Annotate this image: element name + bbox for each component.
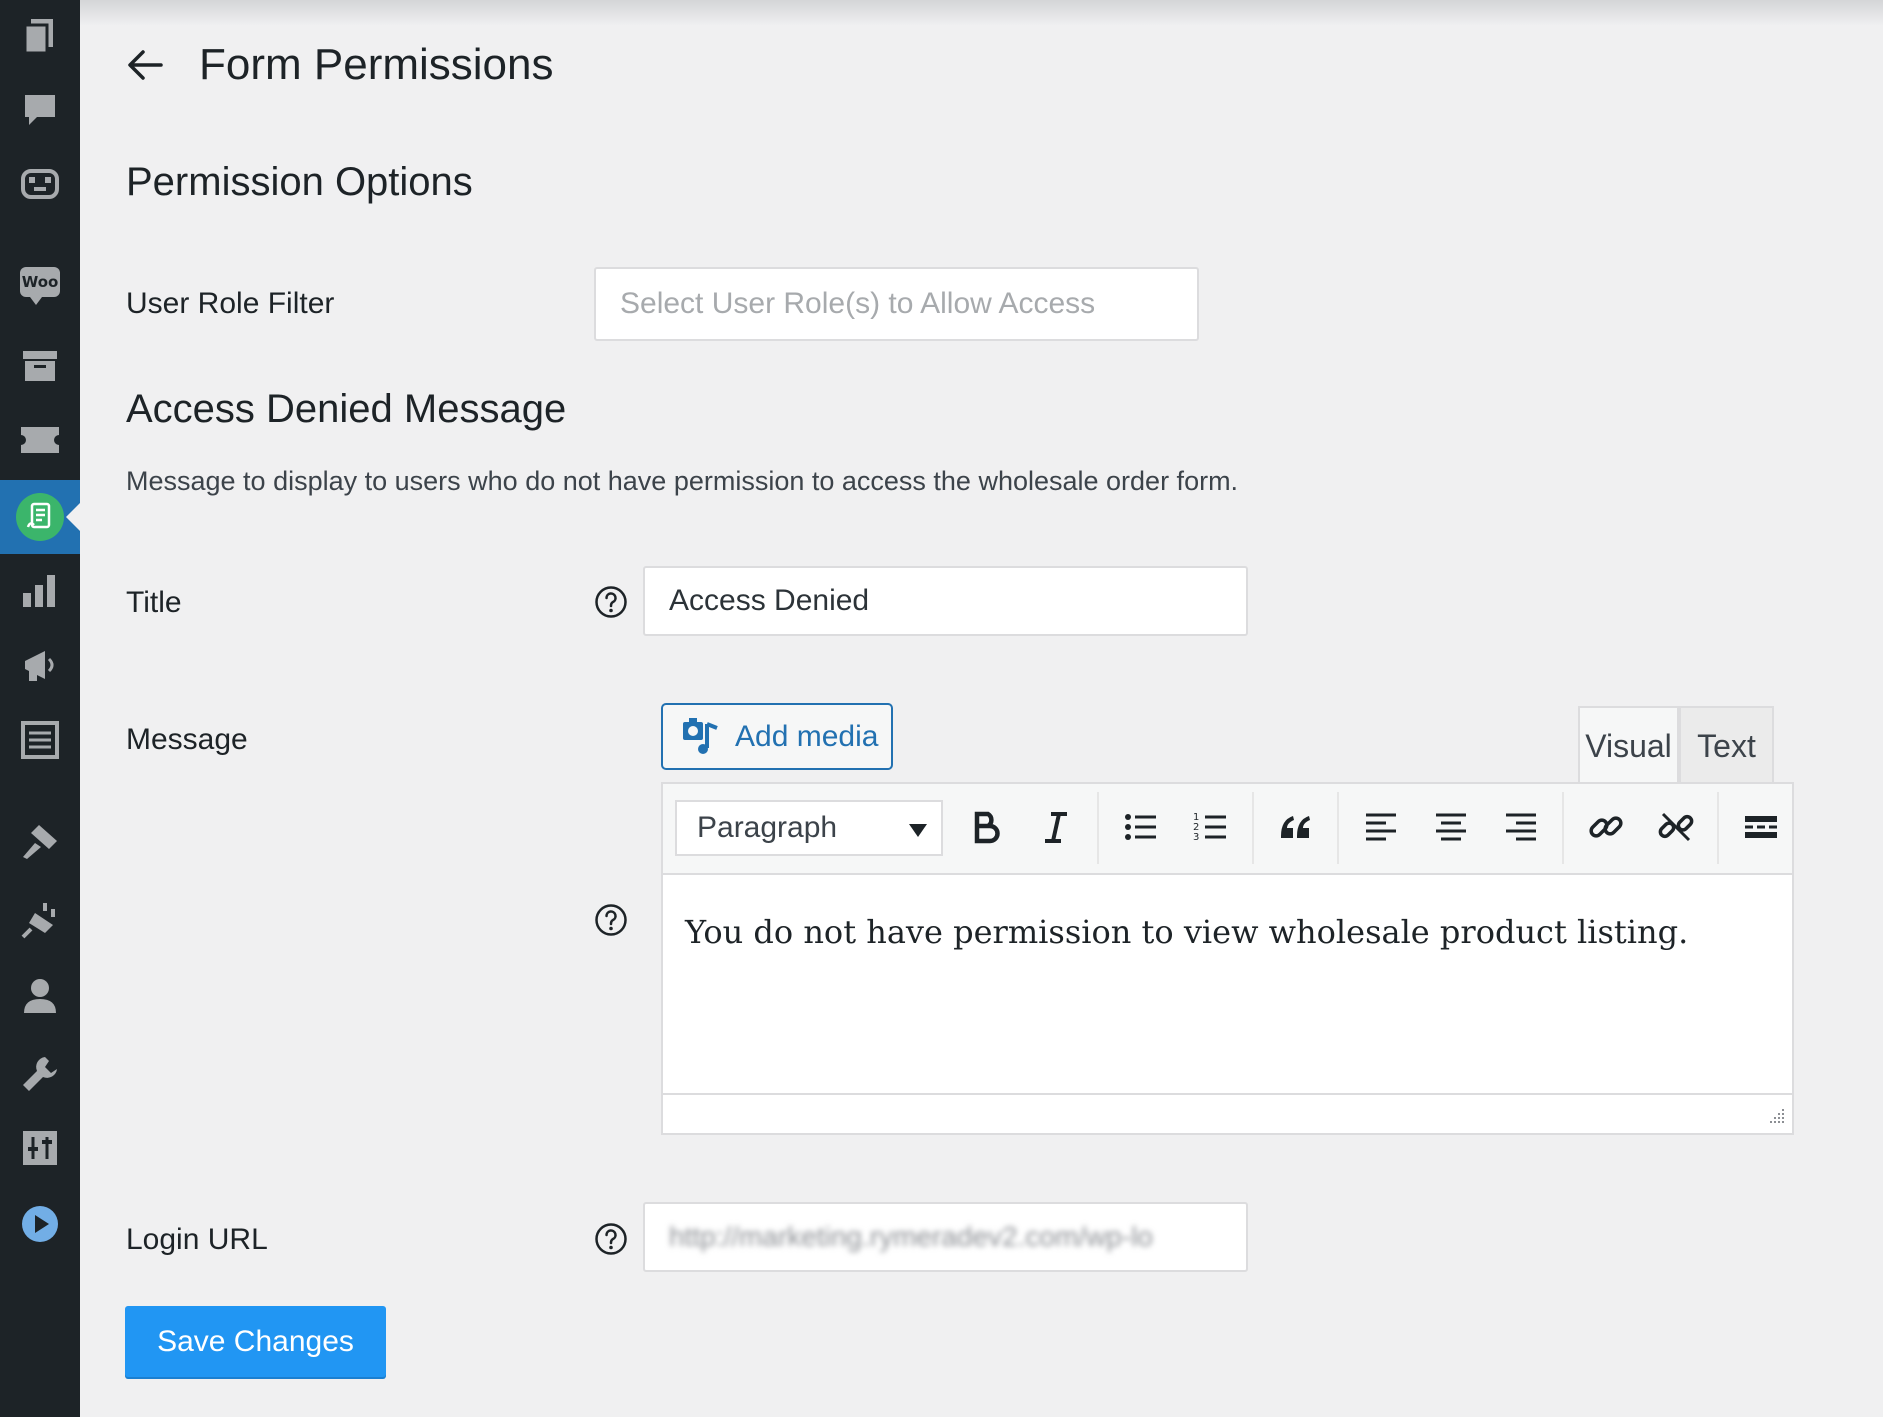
blockquote-icon (1281, 816, 1310, 838)
align-center-button[interactable] (1422, 798, 1480, 856)
title-help-icon[interactable] (594, 585, 628, 619)
message-text: You do not have permission to view whole… (685, 913, 1689, 951)
remove-link-button[interactable] (1647, 798, 1705, 856)
italic-icon (1045, 812, 1067, 843)
title-input[interactable] (643, 566, 1248, 636)
message-label: Message (126, 723, 248, 756)
tab-text[interactable]: Text (1679, 706, 1774, 784)
page-header: Form Permissions (125, 40, 554, 90)
comments-icon[interactable] (0, 76, 80, 144)
main-content: Form Permissions Permission Options User… (80, 0, 1883, 1417)
plugins-icon[interactable] (0, 886, 80, 954)
resize-handle-icon[interactable] (1764, 1105, 1786, 1127)
archive-icon[interactable] (0, 332, 80, 400)
user-role-filter-label: User Role Filter (126, 287, 335, 320)
permission-options-heading: Permission Options (126, 160, 473, 204)
format-select[interactable]: Paragraph (675, 800, 943, 856)
user-role-select[interactable] (594, 267, 1199, 341)
link-icon (1589, 816, 1623, 838)
marketing-icon[interactable] (0, 632, 80, 700)
tools-icon[interactable] (0, 1040, 80, 1108)
login-url-label: Login URL (126, 1223, 268, 1256)
back-arrow-icon[interactable] (125, 45, 165, 85)
form-list-icon[interactable] (0, 706, 80, 774)
align-right-icon (1506, 813, 1536, 841)
ticket-icon[interactable] (0, 406, 80, 474)
numbered-list-button[interactable]: 123 (1182, 798, 1240, 856)
robot-icon[interactable] (0, 150, 80, 218)
login-url-help-icon[interactable] (594, 1222, 628, 1256)
align-center-icon (1436, 813, 1466, 841)
tab-visual[interactable]: Visual (1578, 706, 1679, 784)
message-editor: Paragraph 123 You do not have permission… (661, 782, 1794, 1135)
read-more-icon (1745, 816, 1777, 838)
bullet-list-icon (1125, 814, 1156, 840)
message-editor-body[interactable]: You do not have permission to view whole… (663, 875, 1792, 1096)
read-more-button[interactable] (1732, 798, 1790, 856)
svg-text:3: 3 (1193, 832, 1199, 843)
unlink-icon (1658, 812, 1694, 842)
align-left-button[interactable] (1352, 798, 1410, 856)
editor-statusbar (663, 1093, 1792, 1133)
title-label: Title (126, 586, 182, 619)
page-title: Form Permissions (199, 40, 554, 89)
add-media-label: Add media (735, 719, 879, 753)
pages-icon[interactable] (0, 2, 80, 70)
users-icon[interactable] (0, 962, 80, 1030)
insert-link-button[interactable] (1577, 798, 1635, 856)
add-media-button[interactable]: Add media (661, 703, 893, 770)
settings-icon[interactable] (0, 1114, 80, 1182)
blockquote-button[interactable] (1267, 798, 1325, 856)
appearance-icon[interactable] (0, 808, 80, 876)
analytics-icon[interactable] (0, 558, 80, 626)
format-select-label: Paragraph (697, 811, 838, 844)
woocommerce-icon[interactable]: Woo (0, 248, 80, 316)
add-media-icon (683, 717, 718, 754)
editor-toolbar: Paragraph 123 (663, 784, 1792, 875)
access-denied-description: Message to display to users who do not h… (126, 466, 1239, 496)
login-url-input[interactable]: http://marketing.rymeradev2.com/wp-lo (643, 1202, 1248, 1272)
align-right-button[interactable] (1492, 798, 1550, 856)
access-denied-heading: Access Denied Message (126, 387, 567, 431)
italic-button[interactable] (1027, 798, 1085, 856)
align-left-icon (1366, 813, 1396, 841)
play-icon[interactable] (0, 1190, 80, 1258)
login-url-value: http://marketing.rymeradev2.com/wp-lo (669, 1221, 1153, 1252)
save-changes-button[interactable]: Save Changes (125, 1306, 386, 1377)
wholesale-order-form-icon[interactable] (0, 480, 80, 554)
admin-sidebar: Woo (0, 0, 80, 1417)
numbered-list-icon: 123 (1193, 812, 1226, 843)
message-help-icon[interactable] (594, 903, 628, 937)
bold-icon (974, 811, 1000, 844)
chevron-down-icon (909, 824, 927, 837)
bullet-list-button[interactable] (1112, 798, 1170, 856)
bold-button[interactable] (957, 798, 1015, 856)
